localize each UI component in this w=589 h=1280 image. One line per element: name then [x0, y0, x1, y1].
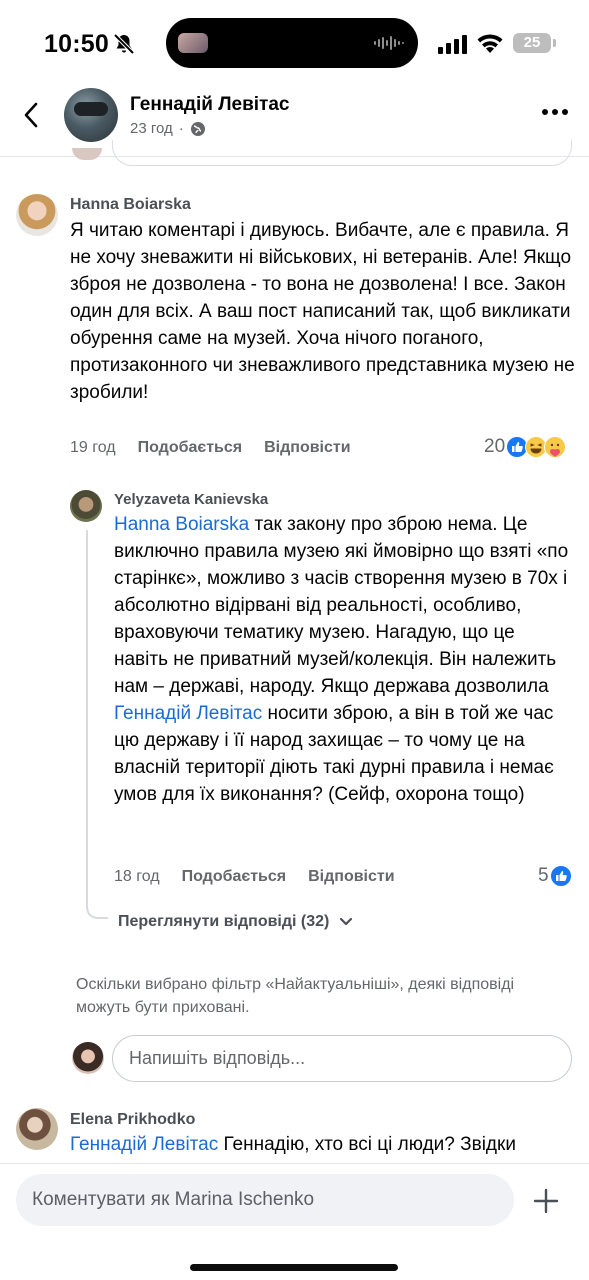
audio-waveform-icon	[374, 36, 404, 50]
comment-text-part: Геннадію, хто всі ці люди? Звідки	[218, 1134, 516, 1155]
media-thumbnail	[178, 33, 208, 53]
plus-icon[interactable]	[533, 1188, 559, 1214]
reply-actions: 18 год Подобається Відповісти	[114, 868, 417, 886]
reaction-count: 20	[484, 436, 506, 457]
clipped-reply-input[interactable]	[112, 140, 572, 166]
reply-input[interactable]: Напишіть відповідь...	[112, 1035, 572, 1082]
reaction-summary[interactable]: 20	[484, 436, 567, 458]
comment-composer-bar: Коментувати як Marina Ischenko	[0, 1163, 589, 1280]
back-icon[interactable]	[18, 100, 44, 130]
composer-placeholder: Коментувати як Marina Ischenko	[32, 1189, 315, 1210]
post-meta: 23 год ·	[130, 120, 206, 137]
reply-text-part: так закону про зброю нема. Це виключно п…	[114, 514, 569, 697]
reply-input-placeholder: Напишіть відповідь...	[129, 1048, 306, 1068]
like-button[interactable]: Подобається	[182, 868, 287, 886]
reaction-summary[interactable]: 5	[538, 865, 572, 887]
clipped-avatar	[72, 148, 102, 160]
dynamic-island	[166, 18, 418, 68]
reply-text: Hanna Boiarska так закону про зброю нема…	[114, 511, 569, 808]
like-icon	[549, 865, 572, 887]
commenter-avatar[interactable]	[16, 194, 58, 236]
like-button[interactable]: Подобається	[138, 439, 243, 457]
mention-link[interactable]: Hanna Boiarska	[114, 514, 249, 535]
thread-curve	[86, 896, 108, 919]
reply-time: 18 год	[114, 868, 160, 885]
reply-thread-line	[86, 530, 88, 910]
care-icon	[544, 436, 567, 458]
filter-note: Оскільки вибрано фільтр «Найактуальніші»…	[76, 976, 515, 1016]
reaction-count: 5	[538, 865, 549, 886]
comment-text: Я читаю коментарі і дивуюсь. Вибачте, ал…	[70, 220, 575, 403]
cellular-signal-icon	[438, 35, 467, 54]
reply-author-avatar[interactable]	[70, 490, 102, 522]
battery-indicator: 25	[513, 33, 551, 53]
globe-icon	[190, 121, 205, 136]
reply-author[interactable]: Yelyzaveta Kanievska	[114, 491, 268, 508]
home-indicator	[190, 1264, 398, 1271]
status-bar: 10:50 25	[0, 0, 589, 88]
current-user-avatar	[72, 1042, 104, 1074]
wifi-icon	[477, 34, 503, 53]
comment-time: 19 год	[70, 439, 116, 456]
comment-author[interactable]: Hanna Boiarska	[70, 196, 191, 214]
comment-composer-input[interactable]: Коментувати як Marina Ischenko	[16, 1174, 514, 1226]
comment-text: Геннадій Левітас Геннадію, хто всі ці лю…	[70, 1131, 570, 1158]
status-time: 10:50	[44, 30, 109, 58]
author-avatar[interactable]	[64, 88, 118, 142]
more-options-icon[interactable]	[540, 106, 570, 118]
meta-dot: ·	[178, 120, 184, 137]
comment-author[interactable]: Elena Prikhodko	[70, 1111, 195, 1129]
mention-link[interactable]: Геннадій Левітас	[70, 1134, 218, 1155]
mention-link[interactable]: Геннадій Левітас	[114, 703, 262, 724]
comment-actions: 19 год Подобається Відповісти	[70, 439, 373, 457]
bell-muted-icon	[113, 33, 135, 55]
commenter-avatar[interactable]	[16, 1108, 58, 1150]
battery-tip	[553, 39, 556, 47]
reply-button[interactable]: Відповісти	[264, 439, 350, 457]
reply-button[interactable]: Відповісти	[308, 868, 394, 886]
post-time: 23 год	[130, 120, 173, 137]
view-replies-button[interactable]: Переглянути відповіді (32)	[118, 913, 353, 931]
author-name[interactable]: Геннадій Левітас	[130, 94, 290, 116]
chevron-down-icon	[340, 917, 353, 926]
view-replies-label: Переглянути відповіді (32)	[118, 913, 330, 930]
